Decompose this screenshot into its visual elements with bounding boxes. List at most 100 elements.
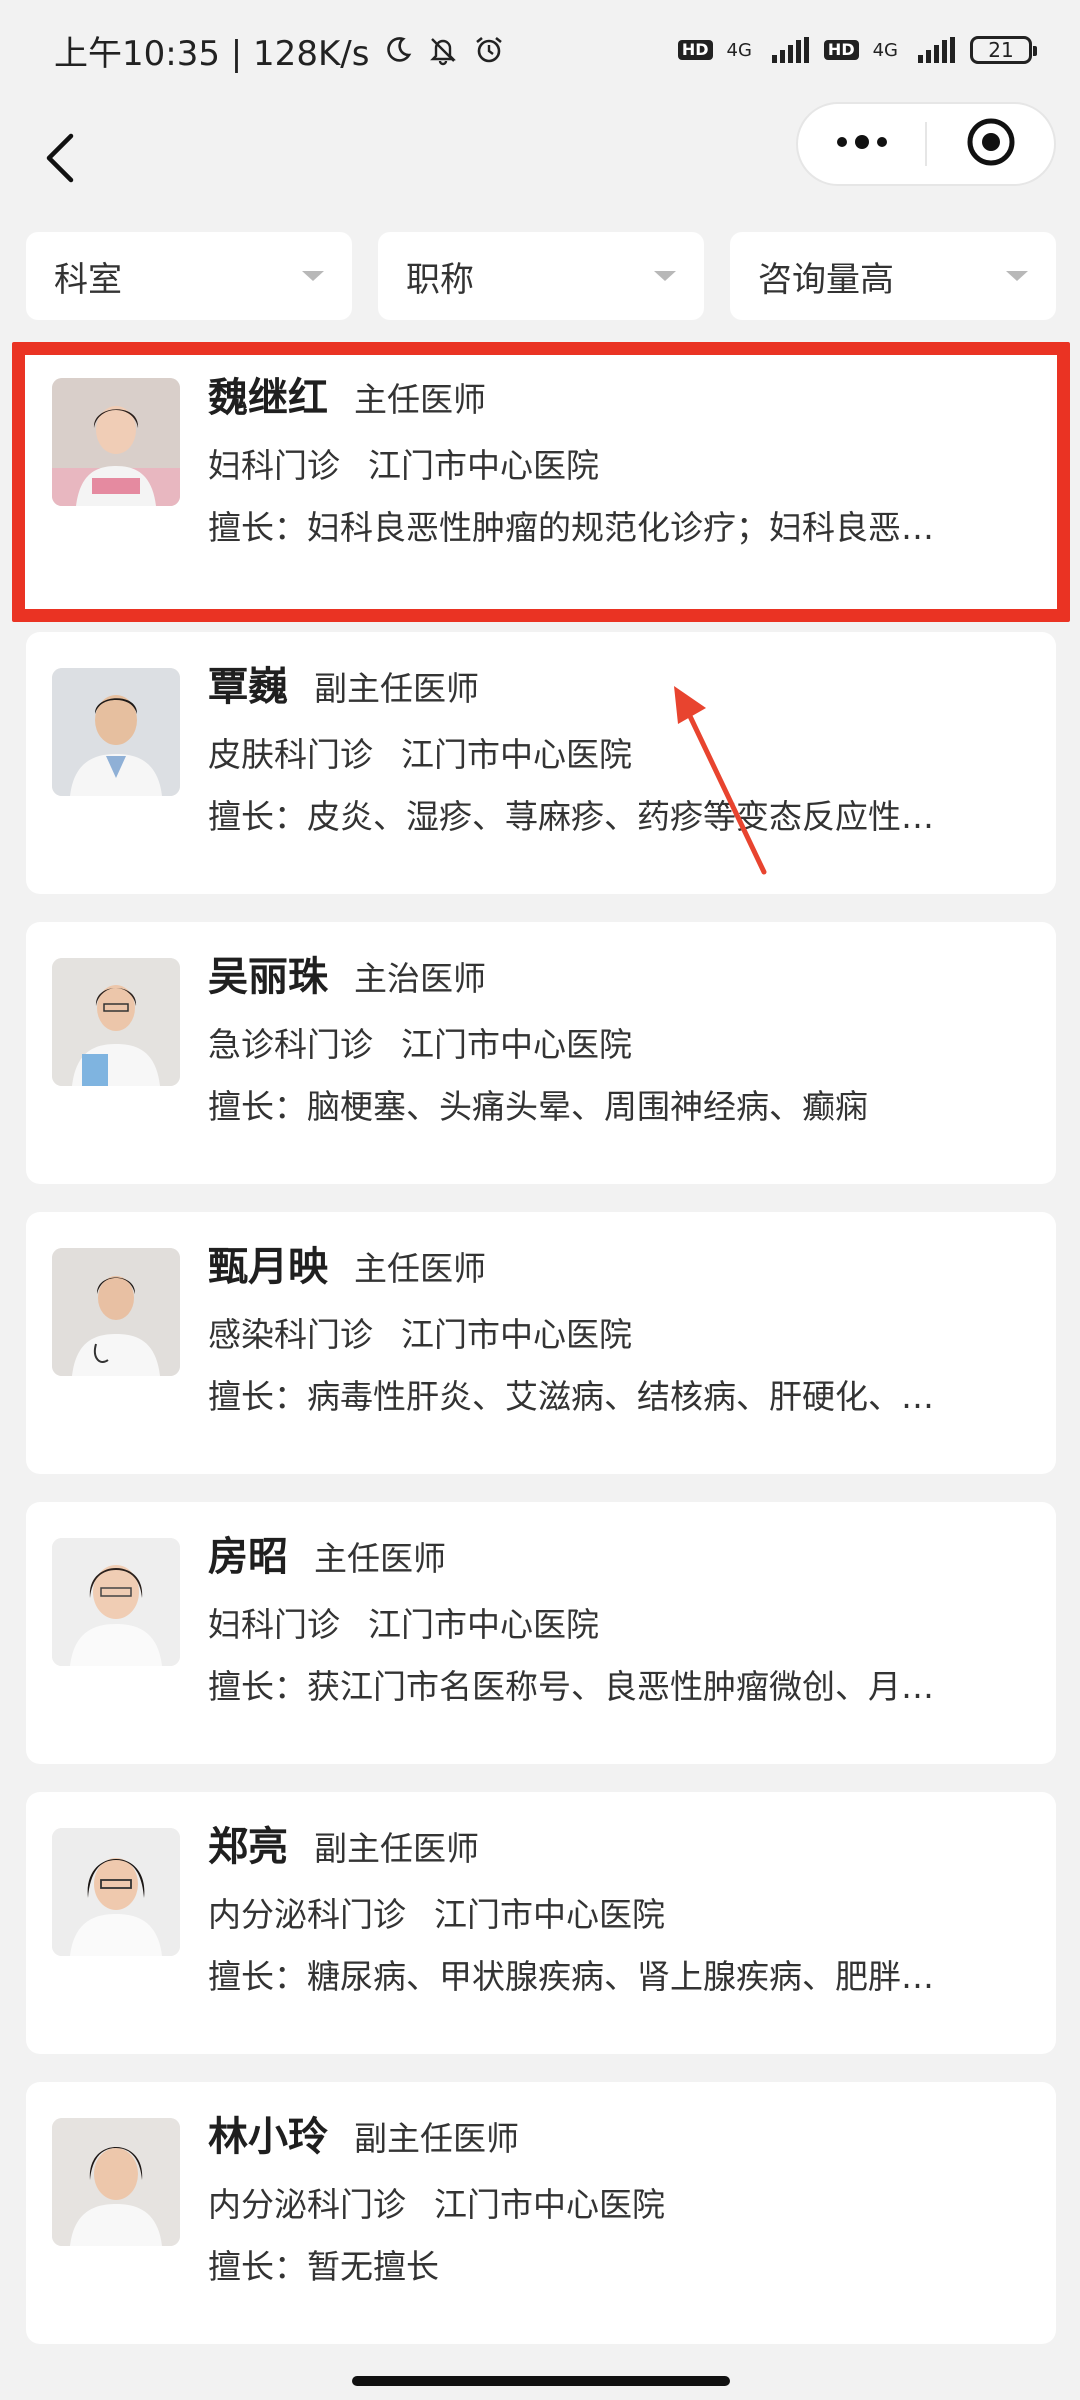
- name-row: 郑亮 副主任医师: [208, 1814, 1020, 1884]
- doctor-info: 魏继红 主任医师 妇科门诊 江门市中心医院 擅长：妇科良恶性肿瘤的规范化诊疗；妇科…: [208, 365, 1021, 559]
- doctor-department: 皮肤科门诊: [208, 735, 373, 774]
- doctor-department: 妇科门诊: [208, 1605, 340, 1644]
- doctor-title: 主任医师: [354, 380, 486, 419]
- doctor-info: 吴丽珠 主治医师 急诊科门诊 江门市中心医院 擅长：脑梗塞、头痛头晕、周围神经病、…: [208, 944, 1020, 1138]
- doctor-card[interactable]: 吴丽珠 主治医师 急诊科门诊 江门市中心医院 擅长：脑梗塞、头痛头晕、周围神经病、…: [26, 922, 1056, 1184]
- doctor-hospital: 江门市中心医院: [434, 1895, 665, 1934]
- dept-row: 感染科门诊 江门市中心医院: [208, 1304, 1020, 1366]
- name-row: 覃巍 副主任医师: [208, 654, 1020, 724]
- doctor-card[interactable]: 郑亮 副主任医师 内分泌科门诊 江门市中心医院 擅长：糖尿病、甲状腺疾病、肾上腺疾…: [26, 1792, 1056, 2054]
- status-right: HD 4G HD 4G 21: [677, 36, 1037, 64]
- name-row: 甄月映 主任医师: [208, 1234, 1020, 1304]
- doctor-department: 感染科门诊: [208, 1315, 373, 1354]
- filter-title[interactable]: 职称: [378, 232, 704, 320]
- status-bar: 上午10:35 | 128K/s HD 4G HD 4G 21: [0, 0, 1080, 100]
- doctor-name: 吴丽珠: [208, 954, 328, 1000]
- filter-label: 咨询量高: [758, 259, 894, 300]
- caret-down-icon: [654, 271, 676, 281]
- hd-badge-2: HD: [823, 40, 859, 60]
- filter-label: 科室: [54, 259, 122, 300]
- doctor-name: 郑亮: [208, 1824, 288, 1870]
- more-button[interactable]: [798, 104, 925, 184]
- battery-icon: 21: [970, 36, 1037, 64]
- doctor-department: 内分泌科门诊: [208, 2185, 406, 2224]
- doctor-hospital: 江门市中心医院: [401, 1315, 632, 1354]
- status-left: 上午10:35 | 128K/s: [54, 26, 505, 75]
- doctor-avatar: [52, 1828, 180, 1956]
- dept-row: 内分泌科门诊 江门市中心医院: [208, 2174, 1020, 2236]
- name-row: 林小玲 副主任医师: [208, 2104, 1020, 2174]
- doctor-avatar: [52, 2118, 180, 2246]
- doctor-hospital: 江门市中心医院: [401, 735, 632, 774]
- name-row: 房昭 主任医师: [208, 1524, 1020, 1594]
- doctor-title: 主治医师: [354, 959, 486, 998]
- doctor-info: 房昭 主任医师 妇科门诊 江门市中心医院 擅长：获江门市名医称号、良恶性肿瘤微创、…: [208, 1524, 1020, 1718]
- doctor-card[interactable]: 魏继红 主任医师 妇科门诊 江门市中心医院 擅长：妇科良恶性肿瘤的规范化诊疗；妇科…: [12, 342, 1070, 622]
- chevron-left-icon: [43, 132, 77, 188]
- doctor-department: 妇科门诊: [208, 446, 340, 485]
- battery-level: 21: [988, 38, 1014, 62]
- doctor-card[interactable]: 覃巍 副主任医师 皮肤科门诊 江门市中心医院 擅长：皮炎、湿疹、荨麻疹、药疹等变态…: [26, 632, 1056, 894]
- dept-row: 急诊科门诊 江门市中心医院: [208, 1014, 1020, 1076]
- caret-down-icon: [1006, 271, 1028, 281]
- caret-down-icon: [302, 271, 324, 281]
- more-dots-icon: [832, 132, 892, 156]
- filter-label: 职称: [406, 259, 474, 300]
- doctor-department: 急诊科门诊: [208, 1025, 373, 1064]
- home-indicator[interactable]: [352, 2376, 730, 2386]
- doctor-specialty: 擅长：获江门市名医称号、良恶性肿瘤微创、月…: [208, 1667, 934, 1706]
- doctor-title: 主任医师: [314, 1539, 446, 1578]
- doctor-card[interactable]: 房昭 主任医师 妇科门诊 江门市中心医院 擅长：获江门市名医称号、良恶性肿瘤微创、…: [26, 1502, 1056, 1764]
- signal-icon: [770, 37, 810, 63]
- alarm-icon: [473, 34, 505, 66]
- doctor-avatar: [52, 1248, 180, 1376]
- doctor-name: 房昭: [208, 1534, 288, 1580]
- mute-icon: [427, 34, 459, 66]
- close-mini-program-button[interactable]: [927, 104, 1054, 184]
- doctor-hospital: 江门市中心医院: [368, 1605, 599, 1644]
- doctor-avatar: [52, 668, 180, 796]
- doctor-name: 魏继红: [208, 375, 328, 421]
- doctor-title: 副主任医师: [314, 669, 479, 708]
- doctor-card[interactable]: 林小玲 副主任医师 内分泌科门诊 江门市中心医院 擅长：暂无擅长: [26, 2082, 1056, 2344]
- doctor-hospital: 江门市中心医院: [434, 2185, 665, 2224]
- doctor-avatar: [52, 958, 180, 1086]
- doctor-info: 林小玲 副主任医师 内分泌科门诊 江门市中心医院 擅长：暂无擅长: [208, 2104, 1020, 2298]
- doctor-specialty: 擅长：皮炎、湿疹、荨麻疹、药疹等变态反应性…: [208, 797, 934, 836]
- doctor-hospital: 江门市中心医院: [401, 1025, 632, 1064]
- network-type-1: 4G: [726, 39, 752, 61]
- doctor-avatar: [52, 378, 180, 506]
- signal-icon: [916, 37, 956, 63]
- moon-icon: [383, 35, 413, 65]
- network-type-2: 4G: [872, 39, 898, 61]
- doctor-name: 甄月映: [208, 1244, 328, 1290]
- doctor-title: 副主任医师: [354, 2119, 519, 2158]
- back-button[interactable]: [30, 120, 90, 200]
- mini-program-capsule: [796, 102, 1056, 186]
- doctor-title: 主任医师: [354, 1249, 486, 1288]
- dept-row: 内分泌科门诊 江门市中心医院: [208, 1884, 1020, 1946]
- doctor-info: 甄月映 主任医师 感染科门诊 江门市中心医院 擅长：病毒性肝炎、艾滋病、结核病、肝…: [208, 1234, 1020, 1428]
- doctor-department: 内分泌科门诊: [208, 1895, 406, 1934]
- filter-sort[interactable]: 咨询量高: [730, 232, 1056, 320]
- screen: 上午10:35 | 128K/s HD 4G HD 4G 21 科室 职称 咨询…: [0, 0, 1080, 2400]
- doctor-specialty: 擅长：病毒性肝炎、艾滋病、结核病、肝硬化、…: [208, 1377, 934, 1416]
- nav-bar: [0, 100, 1080, 220]
- dept-row: 妇科门诊 江门市中心医院: [208, 1594, 1020, 1656]
- dept-row: 皮肤科门诊 江门市中心医院: [208, 724, 1020, 786]
- doctor-specialty: 擅长：脑梗塞、头痛头晕、周围神经病、癫痫: [208, 1087, 868, 1126]
- doctor-card[interactable]: 甄月映 主任医师 感染科门诊 江门市中心医院 擅长：病毒性肝炎、艾滋病、结核病、肝…: [26, 1212, 1056, 1474]
- doctor-info: 郑亮 副主任医师 内分泌科门诊 江门市中心医院 擅长：糖尿病、甲状腺疾病、肾上腺疾…: [208, 1814, 1020, 2008]
- doctor-avatar: [52, 1538, 180, 1666]
- name-row: 魏继红 主任医师: [208, 365, 1021, 435]
- filter-department[interactable]: 科室: [26, 232, 352, 320]
- target-close-icon: [965, 116, 1017, 172]
- doctor-name: 林小玲: [208, 2114, 328, 2160]
- doctor-specialty: 擅长：妇科良恶性肿瘤的规范化诊疗；妇科良恶…: [208, 508, 934, 547]
- name-row: 吴丽珠 主治医师: [208, 944, 1020, 1014]
- doctor-specialty: 擅长：糖尿病、甲状腺疾病、肾上腺疾病、肥胖…: [208, 1957, 934, 1996]
- status-time-speed: 上午10:35 | 128K/s: [54, 33, 370, 74]
- doctor-list: 魏继红 主任医师 妇科门诊 江门市中心医院 擅长：妇科良恶性肿瘤的规范化诊疗；妇科…: [12, 342, 1070, 2372]
- doctor-hospital: 江门市中心医院: [368, 446, 599, 485]
- doctor-name: 覃巍: [208, 664, 288, 710]
